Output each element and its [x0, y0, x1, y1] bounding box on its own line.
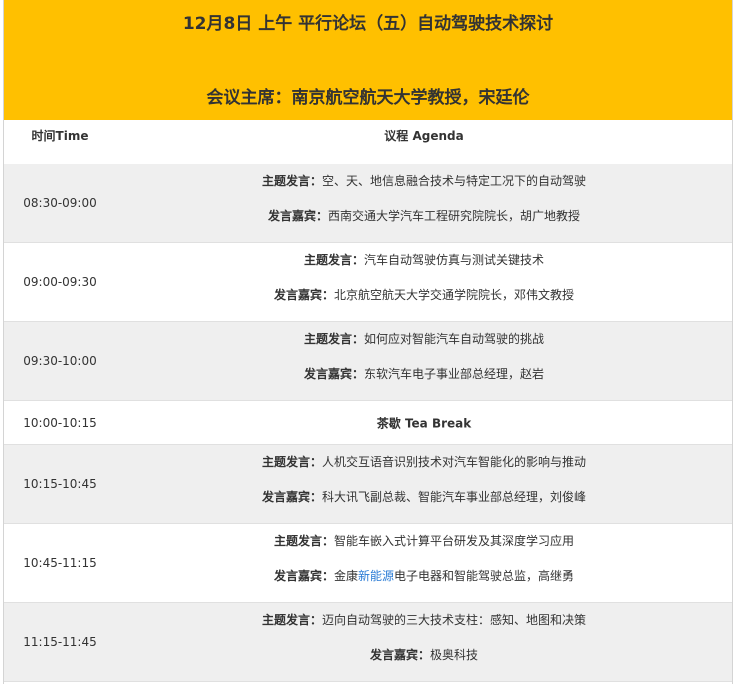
table-row: 11:15-11:45 主题发言：迈向自动驾驶的三大技术支柱：感知、地图和决策 … [4, 603, 732, 682]
row-agenda: 主题发言：迈向自动驾驶的三大技术支柱：感知、地图和决策 发言嘉宾：极奥科技 [116, 603, 732, 681]
speaker-line: 发言嘉宾：北京航空航天大学交通学院院长，邓伟文教授 [116, 286, 732, 303]
topic-label: 主题发言： [303, 253, 364, 267]
topic-label: 主题发言： [273, 534, 334, 548]
forum-banner: 12月8日 上午 平行论坛（五）自动驾驶技术探讨 会议主席：南京航空航天大学教授… [4, 0, 732, 120]
speaker-label: 发言嘉宾： [273, 569, 334, 583]
row-time: 10:15-10:45 [23, 477, 97, 491]
speaker-label: 发言嘉宾： [273, 288, 334, 302]
speaker-label: 发言嘉宾： [267, 209, 328, 223]
speaker-line: 发言嘉宾：东软汽车电子事业部总经理，赵岩 [116, 365, 732, 382]
row-agenda: 主题发言：汽车自动驾驶仿真与测试关键技术 发言嘉宾：北京航空航天大学交通学院院长… [116, 243, 732, 321]
topic-label: 主题发言： [261, 613, 322, 627]
table-row: 09:00-09:30 主题发言：汽车自动驾驶仿真与测试关键技术 发言嘉宾：北京… [4, 243, 732, 322]
topic-line: 主题发言：如何应对智能汽车自动驾驶的挑战 [116, 330, 732, 347]
topic-line: 主题发言：空、天、地信息融合技术与特定工况下的自动驾驶 [116, 172, 732, 189]
speaker-text-suffix: 电子电器和智能驾驶总监，高继勇 [394, 569, 575, 583]
speaker-text-prefix: 金康 [333, 569, 358, 583]
forum-title: 12月8日 上午 平行论坛（五）自动驾驶技术探讨 [182, 14, 554, 34]
speaker-label: 发言嘉宾： [303, 367, 364, 381]
table-row: 10:00-10:15 茶歇 Tea Break [4, 401, 732, 445]
tea-break-label: 茶歇 Tea Break [376, 416, 472, 430]
speaker-text: 极奥科技 [430, 648, 479, 662]
header-agenda: 议程 Agenda [384, 129, 464, 143]
table-header: 时间Time 议程 Agenda [4, 120, 732, 164]
topic-line: 主题发言：人机交互语音识别技术对汽车智能化的影响与推动 [116, 453, 732, 470]
forum-chair: 会议主席：南京航空航天大学教授，宋廷伦 [206, 88, 530, 108]
table-row: 10:45-11:15 主题发言：智能车嵌入式计算平台研发及其深度学习应用 发言… [4, 524, 732, 603]
speaker-text: 北京航空航天大学交通学院院长，邓伟文教授 [334, 288, 575, 302]
speaker-line: 发言嘉宾：西南交通大学汽车工程研究院院长，胡广地教授 [116, 207, 732, 224]
speaker-text: 东软汽车电子事业部总经理，赵岩 [364, 367, 545, 381]
speaker-label: 发言嘉宾： [369, 648, 430, 662]
speaker-line: 发言嘉宾：科大讯飞副总裁、智能汽车事业部总经理，刘俊峰 [116, 488, 732, 505]
speaker-label: 发言嘉宾： [261, 490, 322, 504]
agenda-table: 12月8日 上午 平行论坛（五）自动驾驶技术探讨 会议主席：南京航空航天大学教授… [3, 0, 733, 684]
table-row: 10:15-10:45 主题发言：人机交互语音识别技术对汽车智能化的影响与推动 … [4, 445, 732, 524]
table-row: 08:30-09:00 主题发言：空、天、地信息融合技术与特定工况下的自动驾驶 … [4, 164, 732, 243]
header-time: 时间Time [31, 129, 89, 143]
topic-label: 主题发言： [261, 174, 322, 188]
topic-text: 智能车嵌入式计算平台研发及其深度学习应用 [334, 534, 575, 548]
row-agenda: 茶歇 Tea Break [116, 401, 732, 444]
row-time: 11:15-11:45 [23, 635, 97, 649]
new-energy-link[interactable]: 新能源 [358, 569, 394, 583]
speaker-text: 科大讯飞副总裁、智能汽车事业部总经理，刘俊峰 [322, 490, 587, 504]
topic-text: 空、天、地信息融合技术与特定工况下的自动驾驶 [322, 174, 587, 188]
row-time: 09:30-10:00 [23, 354, 97, 368]
topic-line: 主题发言：汽车自动驾驶仿真与测试关键技术 [116, 251, 732, 268]
row-time: 09:00-09:30 [23, 275, 97, 289]
row-agenda: 主题发言：如何应对智能汽车自动驾驶的挑战 发言嘉宾：东软汽车电子事业部总经理，赵… [116, 322, 732, 400]
row-agenda: 主题发言：空、天、地信息融合技术与特定工况下的自动驾驶 发言嘉宾：西南交通大学汽… [116, 164, 732, 242]
topic-text: 人机交互语音识别技术对汽车智能化的影响与推动 [322, 455, 587, 469]
speaker-line: 发言嘉宾：极奥科技 [116, 646, 732, 663]
table-row: 09:30-10:00 主题发言：如何应对智能汽车自动驾驶的挑战 发言嘉宾：东软… [4, 322, 732, 401]
row-time: 10:00-10:15 [23, 415, 97, 430]
topic-line: 主题发言：迈向自动驾驶的三大技术支柱：感知、地图和决策 [116, 611, 732, 628]
topic-text: 迈向自动驾驶的三大技术支柱：感知、地图和决策 [322, 613, 587, 627]
row-time: 10:45-11:15 [23, 556, 97, 570]
row-agenda: 主题发言：人机交互语音识别技术对汽车智能化的影响与推动 发言嘉宾：科大讯飞副总裁… [116, 445, 732, 523]
topic-text: 如何应对智能汽车自动驾驶的挑战 [364, 332, 545, 346]
topic-label: 主题发言： [261, 455, 322, 469]
topic-label: 主题发言： [303, 332, 364, 346]
speaker-line: 发言嘉宾：金康新能源电子电器和智能驾驶总监，高继勇 [116, 567, 732, 584]
row-agenda: 主题发言：智能车嵌入式计算平台研发及其深度学习应用 发言嘉宾：金康新能源电子电器… [116, 524, 732, 602]
speaker-text: 西南交通大学汽车工程研究院院长，胡广地教授 [328, 209, 581, 223]
row-time: 08:30-09:00 [23, 196, 97, 210]
topic-text: 汽车自动驾驶仿真与测试关键技术 [364, 253, 545, 267]
topic-line: 主题发言：智能车嵌入式计算平台研发及其深度学习应用 [116, 532, 732, 549]
